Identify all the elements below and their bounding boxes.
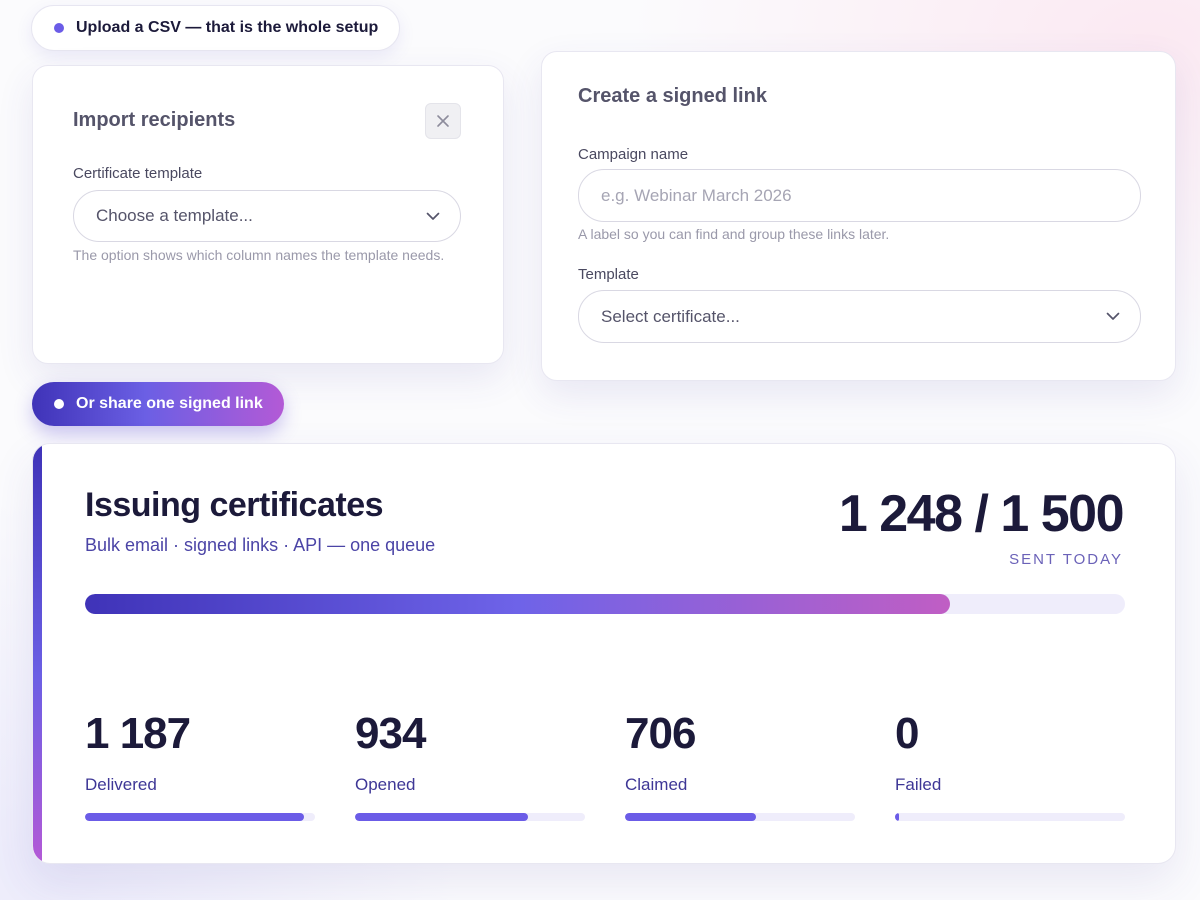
stat-progress-track [85, 813, 315, 821]
campaign-name-label: Campaign name [578, 146, 689, 163]
chevron-down-icon [1106, 312, 1120, 320]
stat-value: 706 [625, 709, 696, 758]
share-signed-link-pill[interactable]: Or share one signed link [32, 382, 284, 426]
status-dot-icon [54, 23, 64, 33]
stat-value: 0 [895, 709, 919, 758]
template-select-value: Select certificate... [601, 306, 740, 326]
stat-progress-track [625, 813, 855, 821]
stat-claimed: 706 Claimed [625, 709, 855, 821]
close-button[interactable] [425, 103, 461, 139]
issuing-title: Issuing certificates [85, 486, 384, 524]
upload-csv-label: Upload a CSV — that is the whole setup [76, 19, 379, 36]
share-signed-link-label: Or share one signed link [76, 395, 263, 412]
stat-progress-fill [625, 813, 757, 821]
stat-delivered: 1 187 Delivered [85, 709, 315, 821]
stat-value: 934 [355, 709, 426, 758]
status-dot-icon [54, 399, 64, 409]
stat-label: Delivered [85, 775, 157, 794]
upload-csv-pill[interactable]: Upload a CSV — that is the whole setup [31, 5, 400, 51]
campaign-name-input[interactable] [578, 169, 1141, 222]
issuing-certificates-card: Issuing certificates Bulk email · signed… [32, 443, 1176, 864]
sent-caption: SENT TODAY [1009, 551, 1123, 568]
chevron-down-icon [426, 212, 440, 220]
overall-progress-fill [85, 594, 951, 614]
import-recipients-card: Import recipients Certificate template C… [32, 65, 504, 364]
accent-bar [33, 444, 42, 863]
stat-failed: 0 Failed [895, 709, 1125, 821]
stat-value: 1 187 [85, 709, 191, 758]
stat-progress-track [355, 813, 585, 821]
signed-link-card: Create a signed link Campaign name A lab… [541, 51, 1176, 381]
stat-progress-track [895, 813, 1125, 821]
certificate-template-hint: The option shows which column names the … [73, 247, 445, 263]
issuing-subtitle: Bulk email · signed links · API — one qu… [85, 535, 436, 555]
template-select[interactable]: Select certificate... [578, 290, 1141, 343]
stat-label: Opened [355, 775, 416, 794]
sent-count: 1 248 / 1 500 [838, 485, 1125, 543]
signed-link-card-title: Create a signed link [578, 85, 767, 107]
campaign-name-hint: A label so you can find and group these … [578, 226, 890, 242]
certificate-template-select[interactable]: Choose a template... [73, 190, 461, 242]
template-label: Template [578, 266, 639, 283]
stat-progress-fill [85, 813, 304, 821]
close-icon [437, 115, 449, 127]
certificate-template-value: Choose a template... [96, 206, 253, 225]
stat-progress-fill [355, 813, 528, 821]
stat-label: Claimed [625, 775, 688, 794]
stat-opened: 934 Opened [355, 709, 585, 821]
overall-progress-track [85, 594, 1125, 614]
stat-label: Failed [895, 775, 942, 794]
certificate-template-label: Certificate template [73, 165, 203, 182]
import-card-title: Import recipients [73, 109, 236, 131]
stat-progress-fill [895, 813, 899, 821]
